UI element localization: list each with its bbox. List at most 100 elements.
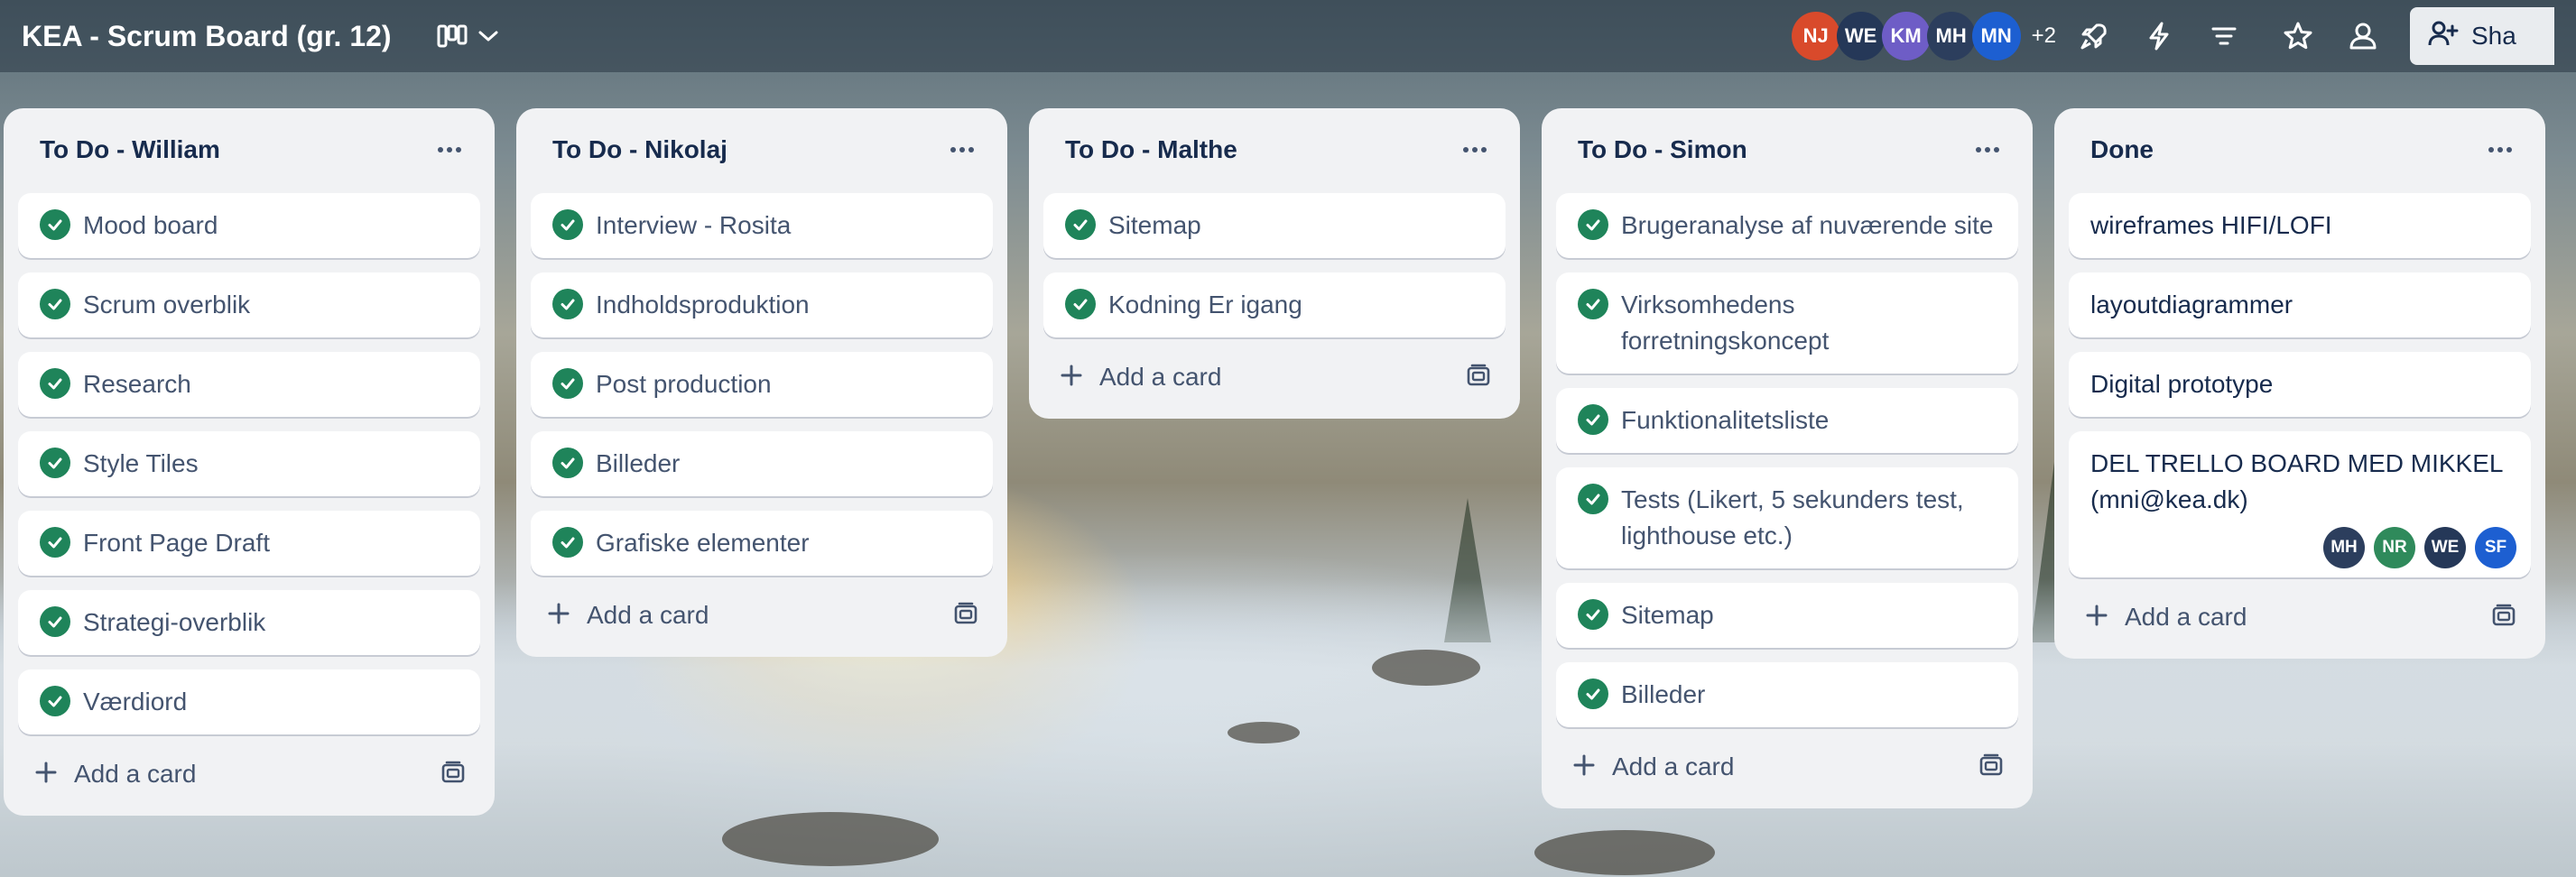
list-card[interactable]: Virksomhedens forretningskoncept xyxy=(1556,272,2018,374)
card-member-avatar[interactable]: SF xyxy=(2475,527,2516,568)
list-card[interactable]: Digital prototype xyxy=(2069,352,2531,417)
more-options-icon[interactable] xyxy=(431,132,468,168)
check-complete-icon[interactable] xyxy=(40,209,70,240)
list-card[interactable]: layoutdiagrammer xyxy=(2069,272,2531,337)
check-complete-icon[interactable] xyxy=(40,527,70,558)
list-title[interactable]: Done xyxy=(2090,135,2154,164)
list-card[interactable]: Værdiord xyxy=(18,669,480,734)
add-card-button[interactable]: Add a card xyxy=(1060,363,1221,392)
list-card[interactable]: DEL TRELLO BOARD MED MIKKEL (mni@kea.dk)… xyxy=(2069,431,2531,577)
check-complete-icon[interactable] xyxy=(552,527,583,558)
check-complete-icon[interactable] xyxy=(1065,289,1096,319)
create-from-template-icon[interactable] xyxy=(953,602,978,630)
list-card[interactable]: Tests (Likert, 5 sekunders test, lightho… xyxy=(1556,467,2018,568)
check-complete-icon[interactable] xyxy=(552,368,583,399)
check-complete-icon[interactable] xyxy=(1578,289,1608,319)
more-options-icon[interactable] xyxy=(1457,132,1493,168)
card-body: Interview - Rosita xyxy=(596,208,971,244)
list-title[interactable]: To Do - Simon xyxy=(1578,135,1747,164)
card-member-avatar[interactable]: WE xyxy=(2424,527,2466,568)
rocket-icon[interactable] xyxy=(2067,9,2121,63)
add-card-button[interactable]: Add a card xyxy=(1572,752,1734,781)
list-card[interactable]: Kodning Er igang xyxy=(1043,272,1506,337)
add-card-button[interactable]: Add a card xyxy=(34,760,196,789)
check-complete-icon[interactable] xyxy=(552,448,583,478)
filter-icon[interactable] xyxy=(2197,9,2251,63)
member-avatar[interactable]: MN xyxy=(1971,12,2021,60)
member-avatar[interactable]: KM xyxy=(1881,12,1931,60)
add-card-button[interactable]: Add a card xyxy=(2085,603,2247,632)
card-member-avatar[interactable]: MH xyxy=(2323,527,2365,568)
check-complete-icon[interactable] xyxy=(40,606,70,637)
member-avatar[interactable]: NJ xyxy=(1791,12,1840,60)
create-from-template-icon[interactable] xyxy=(2491,604,2516,632)
check-complete-icon[interactable] xyxy=(40,448,70,478)
check-complete-icon[interactable] xyxy=(1578,484,1608,514)
check-complete-icon[interactable] xyxy=(552,289,583,319)
more-options-icon[interactable] xyxy=(944,132,980,168)
list-card[interactable]: Indholdsproduktion xyxy=(531,272,993,337)
plus-icon xyxy=(1572,753,1596,781)
list-card[interactable]: Mood board xyxy=(18,193,480,258)
check-complete-icon[interactable] xyxy=(1578,679,1608,709)
check-complete-icon[interactable] xyxy=(40,686,70,716)
card-body: Post production xyxy=(596,366,971,402)
list-card[interactable]: Scrum overblik xyxy=(18,272,480,337)
card-title: Sitemap xyxy=(1108,211,1201,239)
list-card[interactable]: Research xyxy=(18,352,480,417)
list-card[interactable]: wireframes HIFI/LOFI xyxy=(2069,193,2531,258)
check-complete-icon[interactable] xyxy=(40,289,70,319)
check-complete-icon[interactable] xyxy=(1578,209,1608,240)
card-member-avatar[interactable]: NR xyxy=(2374,527,2415,568)
more-options-icon[interactable] xyxy=(2482,132,2518,168)
create-from-template-icon[interactable] xyxy=(440,761,466,789)
list-card[interactable]: Interview - Rosita xyxy=(531,193,993,258)
list-card[interactable]: Billeder xyxy=(1556,662,2018,727)
list-card[interactable]: Style Tiles xyxy=(18,431,480,496)
more-members-count[interactable]: +2 xyxy=(2032,23,2056,49)
list-card[interactable]: Billeder xyxy=(531,431,993,496)
list-title[interactable]: To Do - Nikolaj xyxy=(552,135,727,164)
check-complete-icon[interactable] xyxy=(552,209,583,240)
add-card-label: Add a card xyxy=(2125,603,2247,631)
board-header: KEA - Scrum Board (gr. 12) NJ WE KM MH MN +2 xyxy=(0,0,2576,72)
rock xyxy=(1534,830,1715,875)
list-card[interactable]: Grafiske elementer xyxy=(531,511,993,576)
star-icon[interactable] xyxy=(2271,9,2325,63)
check-complete-icon[interactable] xyxy=(1578,599,1608,630)
card-body: Værdiord xyxy=(83,684,459,720)
people-icon[interactable] xyxy=(2336,9,2390,63)
list-card[interactable]: Front Page Draft xyxy=(18,511,480,576)
add-card-label: Add a card xyxy=(587,601,709,629)
more-options-icon[interactable] xyxy=(1969,132,2006,168)
list-card[interactable]: Sitemap xyxy=(1043,193,1506,258)
card-title: Billeder xyxy=(596,449,681,477)
list-title[interactable]: To Do - Malthe xyxy=(1065,135,1237,164)
board-title[interactable]: KEA - Scrum Board (gr. 12) xyxy=(22,20,392,53)
list-card[interactable]: Funktionalitetsliste xyxy=(1556,388,2018,453)
card-body: Style Tiles xyxy=(83,446,459,482)
card-title: Digital prototype xyxy=(2090,370,2274,398)
card-title: Tests (Likert, 5 sekunders test, lightho… xyxy=(1621,485,1964,549)
list-title[interactable]: To Do - William xyxy=(40,135,220,164)
list-card[interactable]: Strategi-overblik xyxy=(18,590,480,655)
rock xyxy=(722,812,939,866)
create-from-template-icon[interactable] xyxy=(1978,753,2004,781)
board-members[interactable]: NJ WE KM MH MN xyxy=(1791,12,2021,60)
list-card[interactable]: Brugeranalyse af nuværende site xyxy=(1556,193,2018,258)
create-from-template-icon[interactable] xyxy=(1466,364,1491,392)
add-card-button[interactable]: Add a card xyxy=(547,601,709,630)
lightning-icon[interactable] xyxy=(2132,9,2186,63)
share-button[interactable]: Sha xyxy=(2410,7,2554,65)
list-card[interactable]: Post production xyxy=(531,352,993,417)
member-avatar[interactable]: WE xyxy=(1836,12,1886,60)
check-complete-icon[interactable] xyxy=(1065,209,1096,240)
card-body: DEL TRELLO BOARD MED MIKKEL (mni@kea.dk)… xyxy=(2090,446,2516,568)
check-complete-icon[interactable] xyxy=(1578,404,1608,435)
add-card-label: Add a card xyxy=(1099,363,1222,391)
member-avatar[interactable]: MH xyxy=(1926,12,1976,60)
board-view-switcher[interactable] xyxy=(428,14,509,58)
check-complete-icon[interactable] xyxy=(40,368,70,399)
add-card-row: Add a card xyxy=(2069,590,2531,644)
list-card[interactable]: Sitemap xyxy=(1556,583,2018,648)
